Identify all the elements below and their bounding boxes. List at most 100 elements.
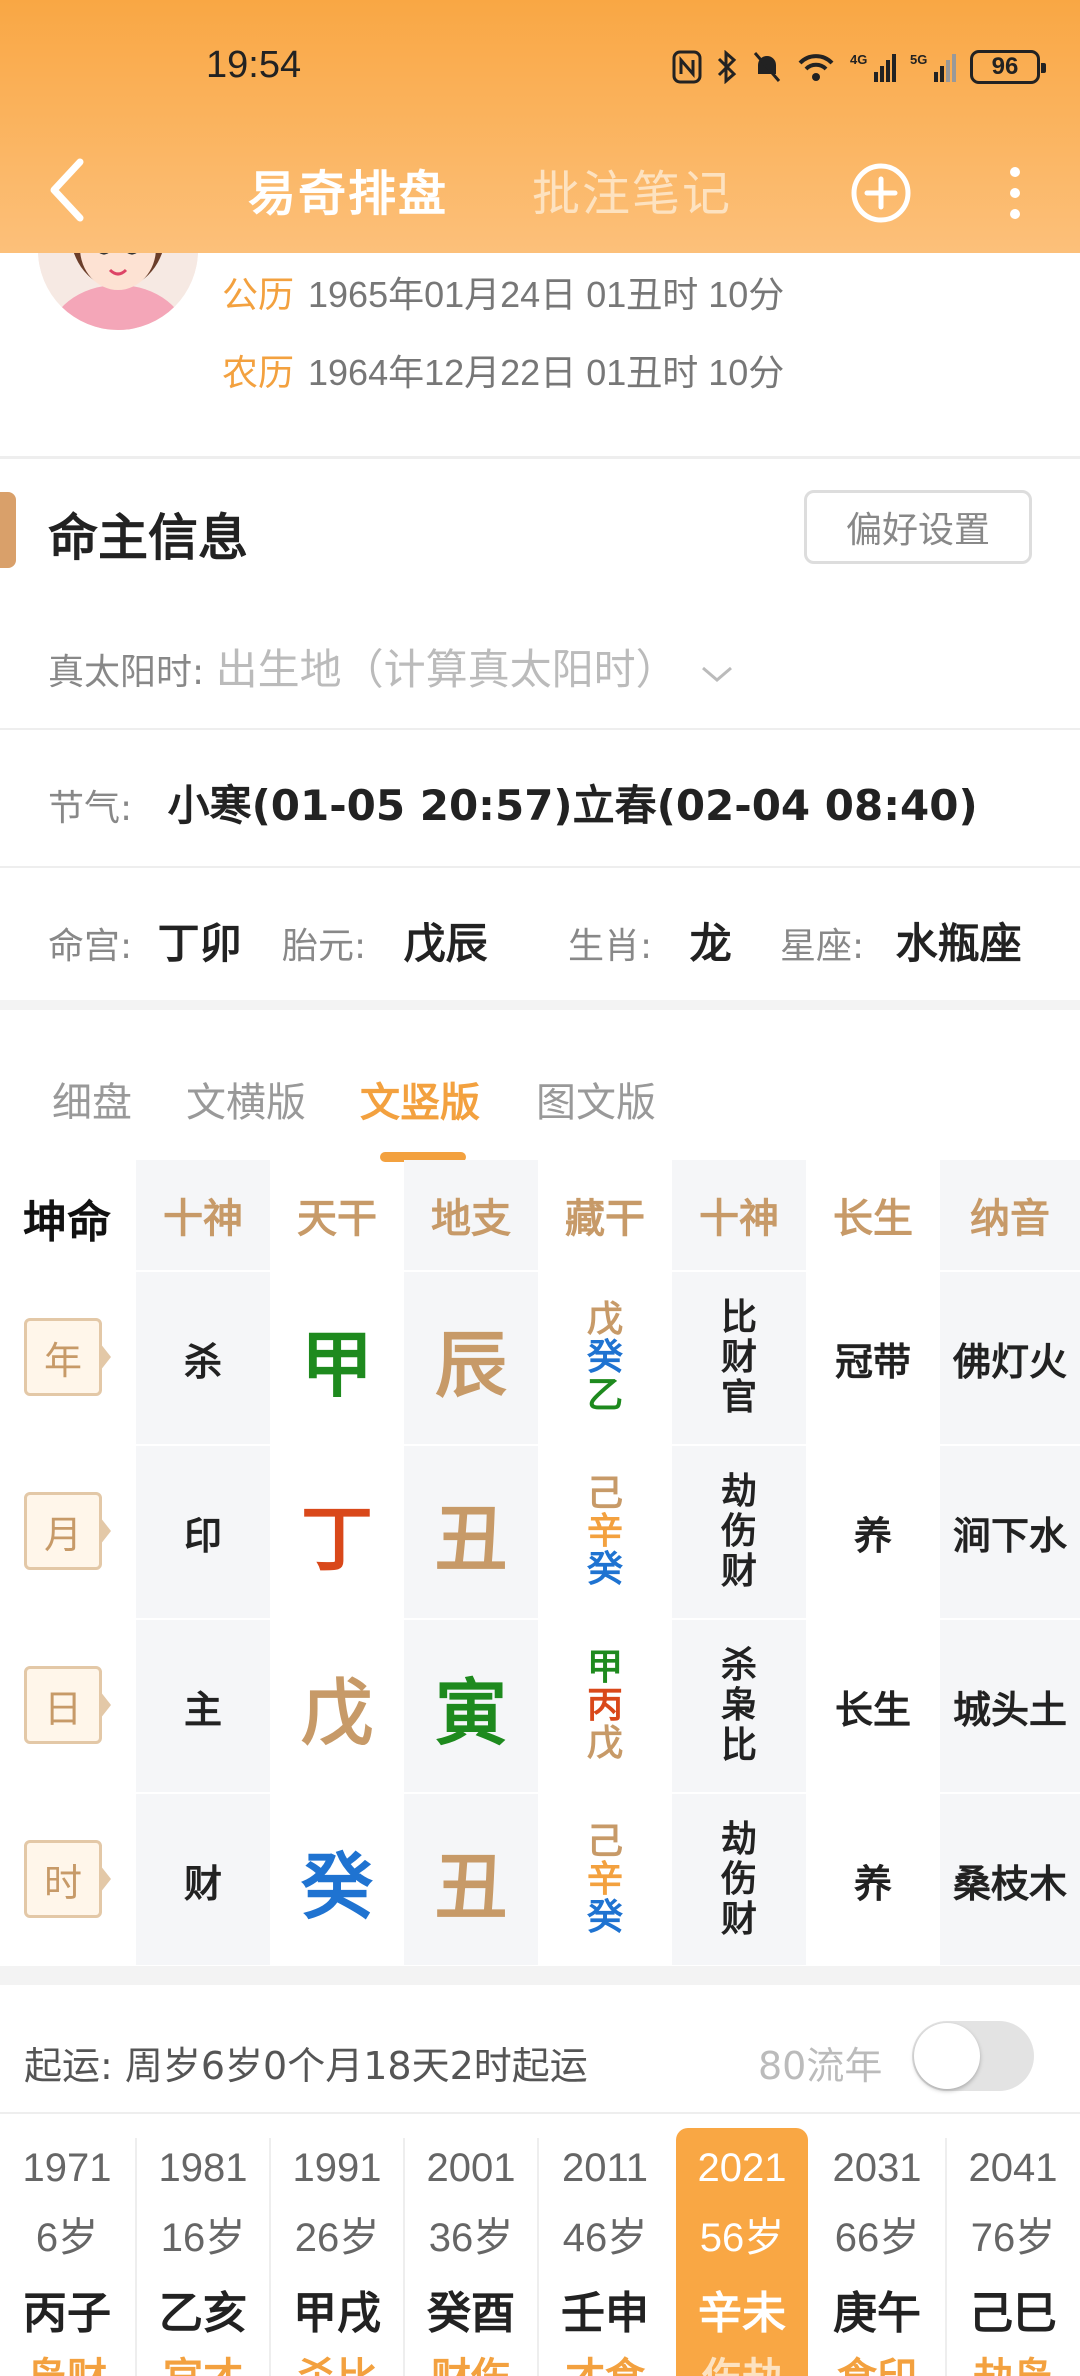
year-ten-1: 比 (720, 1297, 757, 1338)
hour-shishen: 财 (183, 1861, 222, 1906)
jieqi-value: 小寒(01-05 20:57)立春(02-04 08:40) (167, 781, 978, 830)
battery-indicator: 96 (970, 50, 1046, 84)
signal-5g-icon: 5G (910, 52, 956, 82)
year-hidden-1: 戊 (586, 1299, 623, 1340)
year-shishen: 杀 (183, 1339, 222, 1384)
status-time: 19:54 (206, 44, 302, 86)
dayun-item[interactable]: 2031 66岁 庚午 食印 (810, 2128, 944, 2376)
liunian-toggle-label: 80流年 (758, 2044, 883, 2088)
dayun-ganzhi: 乙亥 (159, 2288, 247, 2339)
tab-tuwenban[interactable]: 图文版 (536, 1070, 656, 1128)
dayun-year: 2031 (832, 2146, 922, 2190)
dayun-year: 1981 (158, 2146, 248, 2190)
section-marker (0, 492, 16, 568)
minggong-label: 命宫: (48, 926, 133, 967)
jieqi-label: 节气: (48, 788, 133, 829)
dayun-shishen: 伤劫 (676, 2345, 808, 2376)
month-ten-2: 伤 (720, 1511, 757, 1552)
dayun-age: 26岁 (294, 2216, 380, 2260)
month-zhi-cell: 丑 (404, 1446, 538, 1618)
hour-hidden-1: 己 (586, 1821, 623, 1862)
signal-4g-icon: 4G (850, 52, 896, 82)
divider (0, 456, 1080, 459)
hour-changsheng-cell: 养 (806, 1794, 940, 1966)
add-icon[interactable] (850, 162, 912, 224)
dayun-age: 66岁 (834, 2216, 920, 2260)
month-ten-1: 劫 (720, 1471, 757, 1512)
hour-hidden-cell: 己 辛 癸 (538, 1794, 672, 1966)
header-dizhi: 地支 (431, 1196, 511, 1242)
day-zhi: 寅 (434, 1670, 507, 1755)
dayun-ganzhi: 辛未 (698, 2288, 786, 2339)
minggong-row: 命宫: 丁卯 (48, 910, 242, 971)
year-zhi: 辰 (434, 1322, 507, 1407)
dayun-age: 56岁 (699, 2216, 785, 2260)
dayun-item[interactable]: 1991 26岁 甲戌 杀比 (270, 2128, 404, 2376)
year-gan-cell: 甲 (270, 1272, 404, 1444)
back-icon[interactable] (40, 152, 100, 228)
dayun-year: 2011 (561, 2146, 648, 2190)
month-gan-cell: 丁 (270, 1446, 404, 1618)
lunar-date: 1964年12月22日 01丑时 10分 (308, 352, 785, 393)
dayun-item[interactable]: 1981 16岁 乙亥 官才 (136, 2128, 270, 2376)
tab-wenshuban[interactable]: 文竖版 (360, 1070, 480, 1128)
month-changsheng: 养 (853, 1513, 892, 1558)
day-shishen-cell: 主 (136, 1620, 270, 1792)
more-icon[interactable] (998, 162, 1032, 224)
hour-ten-2: 伤 (720, 1859, 757, 1900)
day-ten-2: 枭 (720, 1685, 757, 1726)
year-ten-3: 官 (720, 1377, 757, 1418)
hour-hidden-3: 癸 (586, 1897, 623, 1938)
day-changsheng: 长生 (834, 1687, 911, 1732)
dayun-year: 1971 (22, 2146, 112, 2190)
divider (0, 728, 1080, 730)
tab-xipan[interactable]: 细盘 (52, 1070, 132, 1128)
dayun-item[interactable]: 2041 76岁 己巳 劫枭 (946, 2128, 1080, 2376)
chevron-down-icon[interactable] (699, 662, 735, 686)
tab-pizhu-biji[interactable]: 批注笔记 (532, 154, 732, 224)
day-hidden-3: 戊 (586, 1723, 623, 1764)
pillar-year-tag: 年 (24, 1318, 111, 1396)
hour-nayin-cell: 桑枝木 (940, 1794, 1080, 1966)
month-hidden-cell: 己 辛 癸 (538, 1446, 672, 1618)
birthplace-placeholder[interactable]: 出生地（计算真太阳时） (216, 645, 678, 694)
dayun-year: 2041 (968, 2146, 1058, 2190)
dayun-age: 36岁 (428, 2216, 514, 2260)
day-hidden-1: 甲 (586, 1647, 623, 1688)
pillar-day-tag: 日 (24, 1666, 111, 1744)
dayun-item-current[interactable]: 2021 56岁 辛未 伤劫 (676, 2128, 808, 2376)
year-ten-cell: 比 财 官 (672, 1272, 806, 1444)
true-solar-time-row[interactable]: 真太阳时: 出生地（计算真太阳时） (48, 636, 735, 697)
hour-gan: 癸 (300, 1844, 373, 1929)
dayun-item[interactable]: 2001 36岁 癸酉 财伤 (404, 2128, 538, 2376)
dayun-shishen: 劫枭 (946, 2345, 1080, 2376)
dayun-age: 46岁 (562, 2216, 648, 2260)
shengxiao-value: 龙 (689, 919, 732, 968)
day-shishen: 主 (183, 1687, 222, 1732)
year-shishen-cell: 杀 (136, 1272, 270, 1444)
header-canggan: 藏干 (565, 1196, 645, 1242)
xingzuo-row: 星座: 水瓶座 (780, 910, 1022, 971)
liunian-toggle[interactable] (912, 2021, 1034, 2091)
year-nayin-cell: 佛灯火 (940, 1272, 1080, 1444)
day-hidden-2: 丙 (586, 1685, 623, 1726)
app-header: 19:54 4G 5G 96 易奇排盘 批注笔记 (0, 0, 1080, 253)
solar-date: 1965年01月24日 01丑时 10分 (308, 274, 785, 315)
section-gap (0, 1966, 1080, 1986)
day-changsheng-cell: 长生 (806, 1620, 940, 1792)
hour-changsheng: 养 (853, 1861, 892, 1906)
hour-ten-cell: 劫 伤 财 (672, 1794, 806, 1966)
dayun-item[interactable]: 1971 6岁 丙子 枭财 (0, 2128, 134, 2376)
year-hidden-3: 乙 (586, 1375, 623, 1416)
wifi-icon (798, 54, 834, 81)
day-nayin-cell: 城头土 (940, 1620, 1080, 1792)
section-title: 命主信息 (48, 509, 248, 567)
dayun-item[interactable]: 2011 46岁 壬申 才食 (538, 2128, 672, 2376)
tab-wenhengban[interactable]: 文横版 (186, 1070, 306, 1128)
dayun-age: 16岁 (160, 2216, 246, 2260)
dayun-shishen: 杀比 (270, 2345, 404, 2376)
dayun-year: 1991 (292, 2146, 382, 2190)
preferences-button[interactable]: 偏好设置 (804, 490, 1032, 564)
tab-yiqi-paipan[interactable]: 易奇排盘 (248, 154, 448, 224)
dayun-ganzhi: 庚午 (833, 2288, 921, 2339)
